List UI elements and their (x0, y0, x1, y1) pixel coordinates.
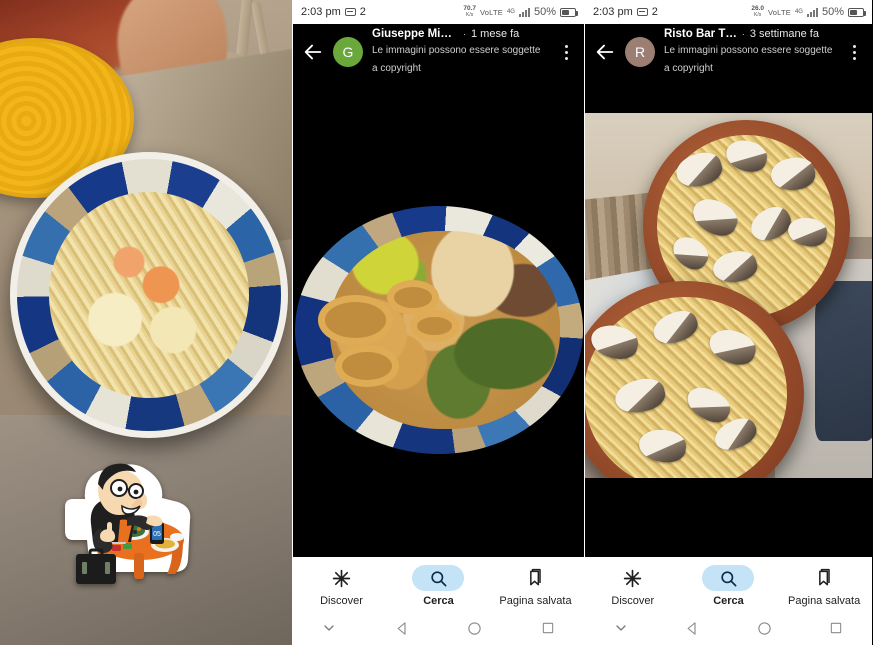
back-triangle-icon[interactable] (366, 621, 439, 636)
timestamp: 1 mese fa (471, 28, 520, 40)
separator-dot: · (741, 29, 745, 39)
bookmark-icon (509, 565, 561, 591)
message-icon (636, 8, 648, 16)
notification-count: 2 (651, 6, 658, 18)
clock: 2:03 pm (301, 6, 341, 18)
copyright-note: Le immagini possono essere soggette a co… (372, 45, 541, 74)
tab-bar: Discover Cerca Pagina salvata (293, 557, 584, 611)
bottom-navigation: Discover Cerca Pagina salvata (585, 557, 872, 645)
status-bar-right: 26.0 K/s VoLTE 4G 50% (751, 6, 866, 18)
network-speed-indicator: 70.7 K/s (463, 6, 476, 18)
signal-bars-icon (518, 7, 530, 17)
battery-icon (560, 7, 578, 17)
tab-bar: Discover Cerca Pagina salvata (585, 557, 872, 611)
status-bar-right: 70.7 K/s VoLTE 4G 50% (463, 6, 578, 18)
recents-square-icon[interactable] (800, 621, 872, 635)
status-bar: 2:03 pm 2 26.0 K/s VoLTE 4G 50% (585, 0, 872, 24)
sparkle-icon (607, 565, 659, 591)
back-arrow-icon[interactable] (594, 41, 616, 63)
bottom-navigation: Discover Cerca Pagina salvata (293, 557, 584, 645)
network-type-label: 4G (794, 9, 803, 15)
author-row: Giuseppe Mina… · 1 mese fa (372, 28, 548, 40)
status-bar-left: 2:03 pm 2 (301, 6, 366, 18)
tab-discover[interactable]: Discover (585, 565, 680, 607)
sparkle-icon (315, 565, 367, 591)
avatar[interactable]: G (333, 37, 363, 67)
author-name[interactable]: Risto Bar T… (664, 28, 737, 40)
timestamp: 3 settimane fa (749, 28, 819, 40)
system-navigation-bar (293, 611, 584, 645)
signal-bars-icon (806, 7, 818, 17)
spaghetti-vongole-photo[interactable] (585, 80, 872, 565)
overflow-menu-icon[interactable] (845, 41, 863, 63)
notification-count: 2 (359, 6, 366, 18)
tab-cerca[interactable]: Cerca (390, 565, 486, 607)
ceramic-plate (295, 206, 583, 454)
author-name[interactable]: Giuseppe Mina… (372, 28, 458, 40)
title-block: Giuseppe Mina… · 1 mese fa Le immagini p… (372, 28, 548, 76)
overflow-menu-icon[interactable] (557, 41, 575, 63)
tab-cerca-label: Cerca (713, 595, 744, 607)
tab-pagina-salvata-label: Pagina salvata (499, 595, 572, 607)
message-icon (344, 8, 356, 16)
copyright-note: Le immagini possono essere soggette a co… (664, 45, 833, 74)
search-icon (412, 565, 465, 591)
left-photo-panel: 05 (0, 0, 292, 645)
title-block: Risto Bar T… · 3 settimane fa Le immagin… (664, 28, 836, 76)
back-arrow-icon[interactable] (302, 41, 324, 63)
network-speed-unit: K/s (754, 11, 762, 18)
phone-screenshot-right: 2:03 pm 2 26.0 K/s VoLTE 4G 50% R Risto … (584, 0, 872, 645)
tab-discover-label: Discover (320, 595, 363, 607)
network-type-label: 4G (506, 9, 515, 15)
volte-indicator: VoLTE (479, 7, 503, 17)
person-legs (815, 280, 872, 442)
status-bar: 2:03 pm 2 70.7 K/s VoLTE 4G 50% (293, 0, 584, 24)
fried-mixed-platter-photo[interactable] (293, 80, 584, 565)
tab-pagina-salvata[interactable]: Pagina salvata (777, 565, 872, 607)
chevron-down-icon[interactable] (585, 620, 657, 636)
screenshot-collage: 05 2:03 pm 2 70.7 K/s VoLTE 4G 50% G Giu… (0, 0, 873, 645)
svg-text:05: 05 (153, 531, 161, 538)
network-speed-unit: K/s (466, 11, 474, 18)
tab-cerca-label: Cerca (423, 595, 454, 607)
app-bar: R Risto Bar T… · 3 settimane fa Le immag… (585, 24, 872, 80)
battery-percent: 50% (821, 6, 844, 18)
network-speed-indicator: 26.0 K/s (751, 6, 764, 18)
separator-dot: · (463, 29, 466, 39)
volte-indicator: VoLTE (767, 7, 791, 17)
battery-percent: 50% (533, 6, 556, 18)
phone-screenshot-middle: 2:03 pm 2 70.7 K/s VoLTE 4G 50% G Giusep… (292, 0, 584, 645)
clock: 2:03 pm (593, 6, 633, 18)
bookmark-icon (798, 565, 850, 591)
fried-platter-image (293, 204, 584, 456)
author-row: Risto Bar T… · 3 settimane fa (664, 28, 836, 40)
system-navigation-bar (585, 611, 872, 645)
home-circle-icon[interactable] (439, 621, 512, 636)
app-bar: G Giuseppe Mina… · 1 mese fa Le immagini… (293, 24, 584, 80)
tab-cerca[interactable]: Cerca (681, 565, 776, 607)
search-icon (702, 565, 755, 591)
recents-square-icon[interactable] (511, 621, 584, 635)
decorated-pasta-bowl (10, 152, 288, 438)
avatar[interactable]: R (625, 37, 655, 67)
chevron-down-icon[interactable] (293, 620, 366, 636)
status-bar-left: 2:03 pm 2 (593, 6, 658, 18)
tab-pagina-salvata-label: Pagina salvata (788, 595, 861, 607)
tab-discover[interactable]: Discover (293, 565, 389, 607)
cartoon-diner-sticker: 05 (64, 458, 192, 590)
tab-pagina-salvata[interactable]: Pagina salvata (487, 565, 583, 607)
battery-icon (848, 7, 866, 17)
tab-discover-label: Discover (611, 595, 655, 607)
back-triangle-icon[interactable] (657, 621, 729, 636)
vongole-image (585, 113, 872, 478)
home-circle-icon[interactable] (729, 621, 801, 636)
